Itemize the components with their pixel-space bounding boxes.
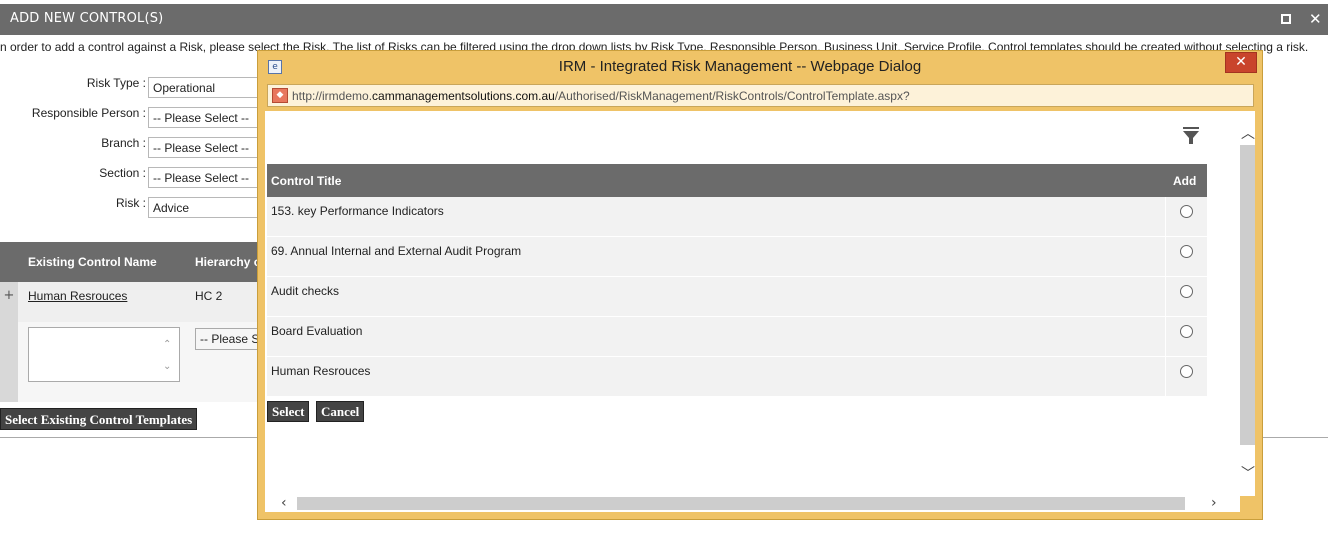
cancel-button[interactable]: Cancel (316, 401, 365, 422)
responsible-person-select[interactable]: -- Please Select -- (148, 107, 268, 128)
risk-select[interactable]: Advice (148, 197, 268, 218)
table-header: Control Title Add (267, 164, 1207, 197)
column-control-title: Control Title (271, 174, 342, 188)
responsible-person-label: Responsible Person : (31, 106, 146, 120)
new-control-edit-row: ⌃⌄ -- Please Select -- (0, 322, 270, 402)
risk-type-label: Risk Type : (86, 76, 146, 90)
table-row: 153. key Performance Indicators (267, 197, 1207, 237)
existing-control-link[interactable]: Human Resrouces (28, 289, 127, 303)
filter-icon[interactable] (1183, 127, 1199, 145)
url-prefix: http://irmdemo. (292, 89, 373, 103)
scroll-right-icon[interactable]: › (1211, 495, 1217, 511)
section-select[interactable]: -- Please Select -- (148, 167, 268, 188)
scroll-left-icon[interactable]: ‹ (281, 495, 287, 511)
add-radio[interactable] (1180, 205, 1193, 218)
add-radio[interactable] (1180, 245, 1193, 258)
page: ADD NEW CONTROL(S) ✕ n order to add a co… (0, 0, 1328, 549)
table-row: Human Resrouces (267, 357, 1207, 397)
column-divider (1165, 317, 1166, 357)
table-row: 69. Annual Internal and External Audit P… (267, 237, 1207, 277)
webpage-dialog: e IRM - Integrated Risk Management -- We… (257, 50, 1263, 520)
branch-label: Branch : (101, 136, 146, 150)
textarea-scroll-icon[interactable]: ⌃ ⌄ (163, 334, 171, 378)
column-existing-control-name: Existing Control Name (28, 255, 157, 269)
risk-label: Risk : (116, 196, 146, 210)
column-divider (1165, 277, 1166, 317)
scroll-up-icon[interactable]: ︿ (1241, 123, 1255, 143)
risk-type-select[interactable]: Operational (148, 77, 268, 98)
column-hierarchy: Hierarchy of (195, 255, 266, 269)
table-row: Audit checks (267, 277, 1207, 317)
expand-icon[interactable]: + (0, 282, 18, 322)
column-add: Add (1173, 174, 1197, 188)
hierarchy-value: HC 2 (195, 289, 223, 303)
url-path: /Authorised/RiskManagement/RiskControls/… (554, 89, 910, 103)
vertical-scrollbar[interactable]: ︿ ﹀ (1240, 111, 1255, 496)
branch-select[interactable]: -- Please Select -- (148, 137, 268, 158)
select-existing-templates-button[interactable]: Select Existing Control Templates (0, 408, 198, 430)
table-row: + Human Resrouces HC 2 (0, 282, 270, 322)
section-label: Section : (99, 166, 146, 180)
control-title-cell: Audit checks (271, 284, 340, 298)
add-radio[interactable] (1180, 285, 1193, 298)
window-titlebar: ADD NEW CONTROL(S) ✕ (0, 4, 1328, 35)
existing-controls-header: Existing Control Name Hierarchy of (0, 242, 270, 282)
row-gutter (0, 322, 18, 402)
dialog-close-button[interactable]: ✕ (1225, 52, 1257, 73)
control-title-cell: 153. key Performance Indicators (271, 204, 444, 218)
dialog-titlebar: e IRM - Integrated Risk Management -- We… (258, 51, 1262, 81)
table-row: Board Evaluation (267, 317, 1207, 357)
select-button[interactable]: Select (267, 401, 310, 422)
scroll-down-icon[interactable]: ﹀ (1241, 463, 1255, 483)
control-title-cell: Board Evaluation (271, 324, 363, 338)
window-title: ADD NEW CONTROL(S) (10, 11, 164, 26)
url-domain: cammanagementsolutions.com.au (372, 89, 555, 103)
add-radio[interactable] (1180, 325, 1193, 338)
site-icon: ◆ (272, 88, 288, 103)
control-title-cell: 69. Annual Internal and External Audit P… (271, 244, 522, 258)
dialog-title: IRM - Integrated Risk Management -- Webp… (558, 58, 922, 75)
column-divider (1165, 197, 1166, 237)
dialog-url: http://irmdemo.cammanagementsolutions.co… (292, 89, 910, 103)
dialog-content: Control Title Add 153. key Performance I… (265, 111, 1240, 496)
control-templates-table: Control Title Add 153. key Performance I… (267, 164, 1207, 397)
control-name-textarea[interactable] (28, 327, 180, 382)
horizontal-scroll-thumb[interactable] (297, 497, 1185, 510)
vertical-scroll-thumb[interactable] (1240, 145, 1255, 445)
add-radio[interactable] (1180, 365, 1193, 378)
column-divider (1165, 357, 1166, 397)
maximize-icon[interactable] (1281, 14, 1291, 24)
dialog-url-bar: ◆ http://irmdemo.cammanagementsolutions.… (267, 84, 1254, 107)
close-icon[interactable]: ✕ (1309, 9, 1322, 29)
control-title-cell: Human Resrouces (271, 364, 371, 378)
horizontal-scrollbar[interactable]: ‹ › (265, 495, 1240, 512)
column-divider (1165, 237, 1166, 277)
